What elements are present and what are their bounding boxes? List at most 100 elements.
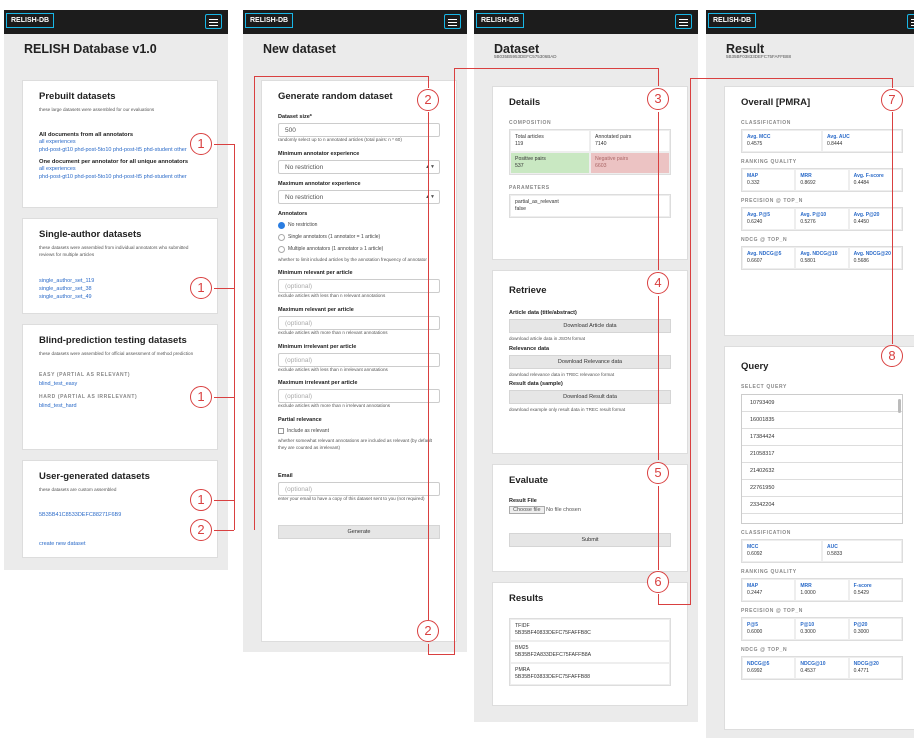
brand-logo[interactable]: RELISH-DB bbox=[708, 13, 757, 28]
file-input[interactable]: Choose file No file chosen bbox=[509, 506, 671, 515]
metric-cell: AUC 0.5833 bbox=[822, 540, 902, 562]
query-select-list[interactable]: 10793409 16001835 17384424 21058317 2140… bbox=[741, 394, 903, 524]
metric-label: Avg. P@10 bbox=[800, 212, 827, 218]
result-row[interactable]: BM25 5B35BF2A833DEFC75FAFFB8A bbox=[510, 641, 670, 664]
create-dataset-link[interactable]: create new dataset bbox=[39, 541, 201, 549]
submit-button[interactable]: Submit bbox=[509, 532, 671, 547]
query-option[interactable]: 21402632 bbox=[742, 463, 902, 480]
dataset-link[interactable]: single_author_set_119 bbox=[39, 278, 201, 286]
brand-logo[interactable]: RELISH-DB bbox=[476, 13, 525, 28]
dataset-size-input[interactable]: 500 bbox=[278, 123, 440, 137]
connector-line bbox=[234, 144, 235, 530]
query-option[interactable]: 17384424 bbox=[742, 429, 902, 446]
metric-label: Avg. NDCG@20 bbox=[853, 251, 891, 257]
card-title: Prebuilt datasets bbox=[39, 91, 116, 102]
metric-label: Avg. MCC bbox=[747, 134, 771, 140]
card-title: Results bbox=[509, 593, 544, 604]
min-relevant-input[interactable]: (optional) bbox=[278, 279, 440, 294]
dataset-link[interactable]: 5B35B41C8533DEFC88271F6B9 bbox=[39, 512, 201, 520]
result-name: TFIDF bbox=[515, 623, 530, 629]
partial-checkbox[interactable]: Include as relevant bbox=[278, 427, 440, 434]
composition-table: Total articles 119 Annotated pairs 7140 Po… bbox=[509, 129, 671, 176]
metric-label: Avg. P@5 bbox=[747, 212, 771, 218]
field-label: Relevance data bbox=[509, 345, 550, 352]
min-irrelevant-input[interactable]: (optional) bbox=[278, 352, 440, 367]
query-option[interactable]: 22761950 bbox=[742, 480, 902, 497]
top-nav: RELISH-DB bbox=[474, 10, 698, 34]
connector-line bbox=[690, 78, 691, 605]
max-irrelevant-input[interactable]: (optional) bbox=[278, 389, 440, 404]
card-title: Single-author datasets bbox=[39, 229, 142, 240]
section-label: RANKING QUALITY bbox=[741, 159, 797, 165]
radio-single[interactable]: Single annotators (1 annotator = 1 artic… bbox=[278, 233, 440, 241]
prebuilt-card: Prebuilt datasets these large datasets w… bbox=[22, 80, 218, 208]
email-input[interactable]: (optional) bbox=[278, 482, 440, 497]
query-option[interactable]: 21058317 bbox=[742, 446, 902, 463]
card-title: Generate random dataset bbox=[278, 91, 393, 102]
metric-value: 0.3000 bbox=[800, 629, 816, 635]
connector-line bbox=[428, 112, 429, 620]
all-experiences-link-2[interactable]: all experiences bbox=[39, 166, 201, 174]
dataset-link[interactable]: blind_test_hard bbox=[39, 403, 201, 411]
help-text: exclude articles with less than n irrele… bbox=[278, 366, 388, 372]
download-relevance-button[interactable]: Download Relevance data bbox=[509, 354, 671, 369]
param-value: false bbox=[515, 206, 526, 213]
precision-metrics: Avg. P@5 0.6240 Avg. P@10 0.5276 Avg. P@20… bbox=[741, 207, 903, 231]
dataset-link[interactable]: single_author_set_38 bbox=[39, 286, 201, 294]
connector-line bbox=[658, 112, 659, 270]
step-badge-6: 6 bbox=[647, 571, 669, 593]
section-label: CLASSIFICATION bbox=[741, 120, 791, 126]
scrollbar[interactable] bbox=[898, 399, 901, 413]
section-label: CLASSIFICATION bbox=[741, 530, 791, 536]
brand-logo[interactable]: RELISH-DB bbox=[245, 13, 294, 28]
metric-value: 0.4484 bbox=[853, 180, 869, 186]
query-classification-metrics: MCC 0.6092 AUC 0.5833 bbox=[741, 539, 903, 563]
max-relevant-input[interactable]: (optional) bbox=[278, 315, 440, 330]
metric-label: P@20 bbox=[853, 622, 868, 628]
section-label: COMPOSITION bbox=[509, 120, 552, 126]
max-experience-select[interactable]: No restriction ▲▼ bbox=[278, 189, 440, 204]
query-option[interactable]: 16001835 bbox=[742, 412, 902, 429]
query-option[interactable]: 10793409 bbox=[742, 395, 902, 412]
field-label: Annotators bbox=[278, 210, 308, 217]
query-option[interactable]: 23342204 bbox=[742, 497, 902, 514]
select-arrow-icon: ▲▼ bbox=[425, 193, 435, 200]
brand-logo[interactable]: RELISH-DB bbox=[6, 13, 55, 28]
step-badge-8: 8 bbox=[881, 345, 903, 367]
metric-cell: Avg. NDCG@10 0.5801 bbox=[795, 247, 849, 269]
choose-file-button[interactable]: Choose file bbox=[509, 506, 545, 514]
param-cell: partial_as_relevant false bbox=[510, 195, 670, 218]
metric-cell: MAP 0.332 bbox=[742, 169, 796, 191]
result-row[interactable]: TFIDF 5B35BF40833DEFC75FAFFB8C bbox=[510, 619, 670, 642]
cell-label: Positive pairs bbox=[515, 156, 546, 163]
dataset-link[interactable]: blind_test_easy bbox=[39, 381, 201, 389]
menu-icon[interactable] bbox=[907, 14, 914, 29]
generate-button[interactable]: Generate bbox=[278, 524, 440, 539]
radio-no-restriction[interactable]: No restriction bbox=[278, 221, 440, 229]
section-label: PARAMETERS bbox=[509, 185, 550, 192]
radio-multiple[interactable]: Multiple annotators (1 annotator ≥ 1 art… bbox=[278, 245, 440, 253]
connector-line bbox=[214, 530, 234, 531]
result-row[interactable]: PMRA 5B35BF03833DEFC75FAFFB88 bbox=[510, 663, 670, 686]
params-table: partial_as_relevant false bbox=[509, 194, 671, 219]
min-experience-select[interactable]: No restriction ▲▼ bbox=[278, 159, 440, 174]
card-desc: these datasets are custom assembled bbox=[39, 487, 117, 492]
menu-icon[interactable] bbox=[675, 14, 692, 29]
help-text: download article data in JSON format bbox=[509, 336, 586, 341]
menu-icon[interactable] bbox=[444, 14, 461, 29]
result-id: 5B35BF03833DEFC75FAFFB88 bbox=[726, 54, 792, 59]
section-label: RANKING QUALITY bbox=[741, 569, 797, 575]
experience-links-2[interactable]: phd-post-gt10 phd-post-5to10 phd-post-lt… bbox=[39, 174, 201, 182]
experience-links[interactable]: phd-post-gt10 phd-post-5to10 phd-post-lt… bbox=[39, 147, 201, 155]
card-desc: these large datasets were assembled for … bbox=[39, 107, 155, 112]
dataset-link[interactable]: single_author_set_49 bbox=[39, 294, 201, 302]
top-nav: RELISH-DB bbox=[706, 10, 914, 34]
blind-card: Blind-prediction testing datasets these … bbox=[22, 324, 218, 450]
menu-icon[interactable] bbox=[205, 14, 222, 29]
metric-label: P@5 bbox=[747, 622, 758, 628]
download-article-button[interactable]: Download Article data bbox=[509, 319, 671, 333]
download-result-button[interactable]: Download Result data bbox=[509, 390, 671, 405]
all-experiences-link[interactable]: all experiences bbox=[39, 139, 201, 147]
radio-icon bbox=[278, 233, 285, 241]
field-label: Minimum relevant per article bbox=[278, 270, 353, 277]
